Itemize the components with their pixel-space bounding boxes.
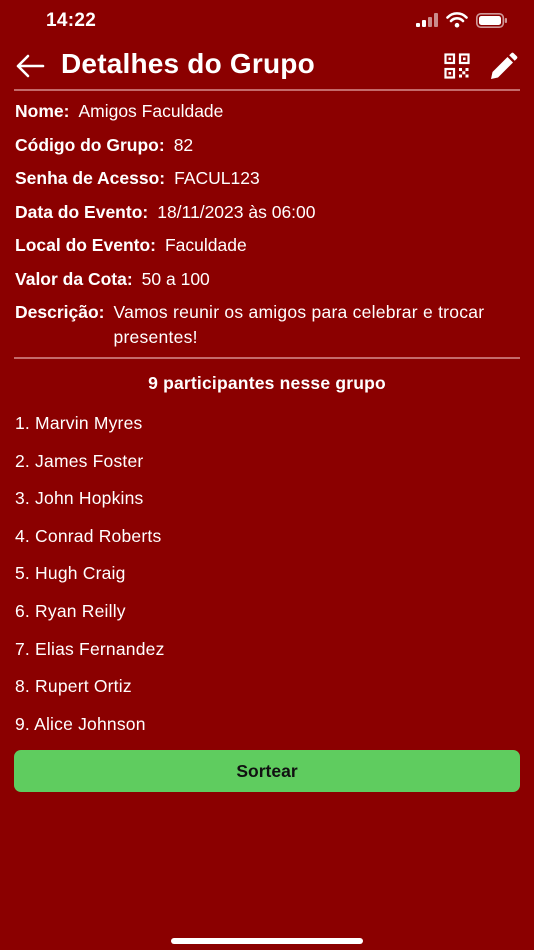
battery-icon: [476, 12, 507, 28]
list-item: 7. Elias Fernandez: [15, 638, 165, 659]
arrow-left-icon[interactable]: [14, 52, 46, 80]
pencil-icon[interactable]: [488, 52, 518, 82]
home-indicator[interactable]: [171, 938, 363, 944]
list-item: 5. Hugh Craig: [15, 563, 126, 584]
list-item: 3. John Hopkins: [15, 488, 144, 509]
status-time: 14:22: [46, 10, 97, 31]
participants-list: 1. Marvin Myres 2. James Foster 3. John …: [15, 411, 165, 749]
detail-row-nome: Nome: Amigos Faculdade: [15, 99, 515, 133]
header: Detalhes do Grupo: [0, 44, 534, 90]
descricao-value: Vamos reunir os amigos para celebrar e t…: [113, 302, 485, 347]
valor-label: Valor da Cota:: [15, 268, 133, 289]
cellular-signal-icon: [416, 13, 438, 27]
senha-value: FACUL123: [174, 168, 260, 188]
detail-row-valor: Valor da Cota: 50 a 100: [15, 267, 515, 301]
detail-row-data: Data do Evento: 18/11/2023 às 06:00: [15, 200, 515, 234]
group-details: Nome: Amigos Faculdade Código do Grupo: …: [15, 99, 515, 350]
detail-row-descricao: Descrição: Vamos reunir os amigos para c…: [15, 300, 515, 350]
list-item: 2. James Foster: [15, 450, 144, 471]
detail-row-codigo: Código do Grupo: 82: [15, 133, 515, 167]
nome-value: Amigos Faculdade: [78, 101, 224, 121]
status-icons: [416, 12, 508, 28]
codigo-value: 82: [173, 134, 194, 155]
header-divider: [14, 89, 520, 91]
list-item: 8. Rupert Ortiz: [15, 676, 132, 697]
senha-label: Senha de Acesso:: [15, 168, 166, 188]
qr-code-icon[interactable]: [444, 53, 470, 79]
codigo-label: Código do Grupo:: [15, 134, 165, 155]
list-item: 4. Conrad Roberts: [15, 525, 162, 546]
status-bar: 14:22: [0, 0, 534, 44]
list-item: 6. Ryan Reilly: [15, 600, 126, 621]
details-divider: [14, 357, 520, 359]
valor-value: 50 a 100: [141, 268, 210, 289]
data-value: 18/11/2023 às 06:00: [157, 201, 316, 222]
detail-row-local: Local do Evento: Faculdade: [15, 233, 515, 267]
sortear-button[interactable]: Sortear: [14, 750, 520, 792]
participants-title: 9 participantes nesse grupo: [148, 373, 386, 393]
local-label: Local do Evento:: [15, 235, 156, 255]
nome-label: Nome:: [15, 101, 70, 121]
local-value: Faculdade: [164, 235, 247, 255]
list-item: 1. Marvin Myres: [15, 413, 143, 433]
detail-row-senha: Senha de Acesso: FACUL123: [15, 166, 515, 200]
descricao-label: Descrição:: [15, 302, 105, 322]
page-title: Detalhes do Grupo: [61, 48, 315, 79]
list-item: 9. Alice Johnson: [15, 713, 146, 734]
data-label: Data do Evento:: [15, 201, 149, 222]
wifi-icon: [446, 12, 468, 28]
